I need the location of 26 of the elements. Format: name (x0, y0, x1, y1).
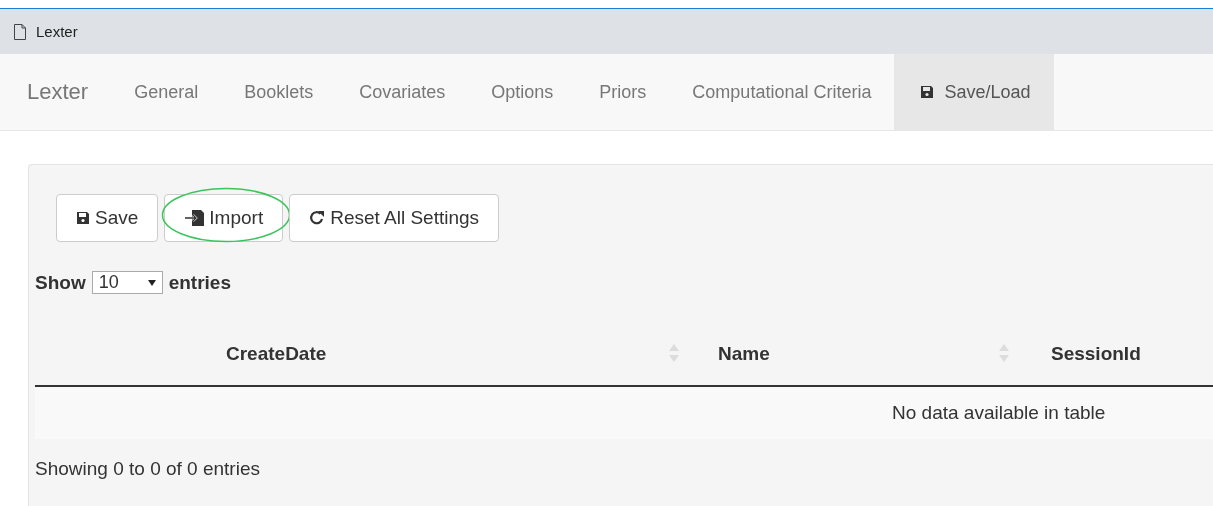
sort-icon (669, 344, 679, 362)
column-header[interactable]: CreateDate (35, 322, 691, 385)
toolbar-button[interactable]: Save (56, 194, 159, 242)
brand-link[interactable]: Lexter (27, 54, 89, 130)
import-icon (184, 210, 205, 226)
dropdown-caret-icon (147, 279, 156, 286)
nav-tab[interactable]: Options (468, 54, 577, 130)
document-icon (14, 23, 26, 40)
nav-tab[interactable]: Covariates (336, 54, 469, 130)
window-title: Lexter (36, 23, 78, 40)
empty-message: No data available in table (892, 402, 1106, 424)
nav-tab[interactable]: General (111, 54, 222, 130)
nav-tab[interactable]: Priors (576, 54, 670, 130)
nav-tab[interactable]: Booklets (221, 54, 337, 130)
nav-tab[interactable]: Computational Criteria (669, 54, 895, 130)
column-header[interactable]: SessionId (1021, 322, 1213, 385)
refresh-icon (309, 210, 326, 226)
entries-select[interactable]: 10 (91, 271, 163, 294)
toolbar-button[interactable]: Import (164, 194, 284, 242)
column-header[interactable]: Name (691, 322, 1021, 385)
show-label: Show (35, 271, 86, 294)
table-info: Showing 0 to 0 of 0 entries (35, 458, 261, 480)
entries-label: entries (168, 271, 231, 294)
nav-tab[interactable]: Save/Load (894, 54, 1054, 130)
toolbar-button[interactable]: Reset All Settings (289, 194, 500, 242)
sort-icon (999, 344, 1009, 362)
